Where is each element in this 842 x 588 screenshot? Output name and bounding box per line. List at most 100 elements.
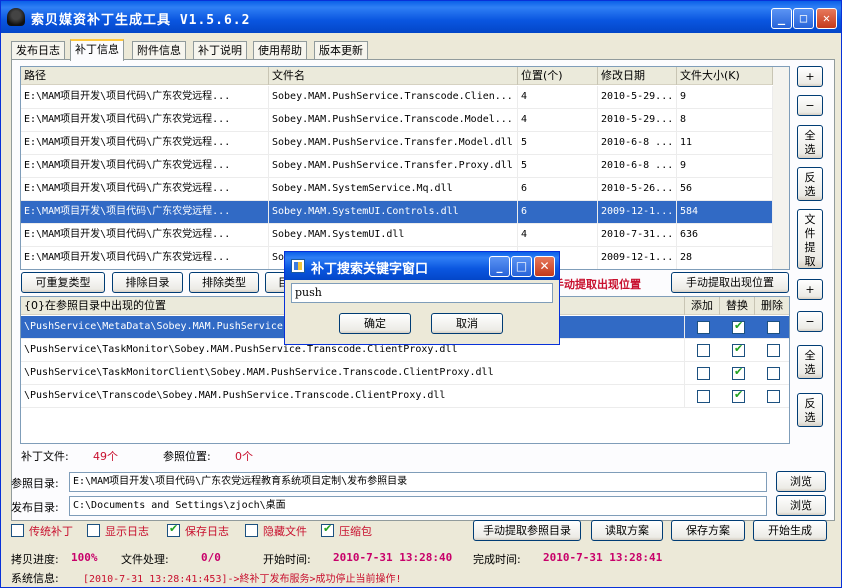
manual-extract-button[interactable]: 手动提取出现位置	[671, 272, 789, 293]
select-all-locations-button[interactable]: 全选	[797, 345, 823, 379]
file-cell: 584	[677, 201, 773, 224]
tab-patch-info[interactable]: 补丁信息	[70, 39, 124, 61]
option-label[interactable]: 压缩包	[339, 523, 372, 539]
tab-patch-notes[interactable]: 补丁说明	[193, 41, 247, 60]
file-cell: Sobey.MAM.SystemUI.Controls.dll	[269, 201, 518, 224]
option-label[interactable]: 隐藏文件	[263, 523, 307, 539]
option-checkbox[interactable]	[167, 522, 180, 537]
option-label[interactable]: 传统补丁	[29, 523, 73, 539]
col-position[interactable]: 位置(个)	[518, 67, 598, 85]
title-bar[interactable]: 索贝媒资补丁生成工具 V1.5.6.2 _ □ ✕	[1, 1, 841, 33]
file-cell: E:\MAM项目开发\项目代码\广东农党远程...	[21, 132, 269, 155]
browse-pub-button[interactable]: 浏览	[776, 495, 826, 516]
file-cell: 2010-5-29...	[598, 86, 677, 109]
file-cell: Sobey.MAM.SystemService.Mq.dll	[269, 178, 518, 201]
manual-ref-button[interactable]: 手动提取参照目录	[473, 520, 581, 541]
tab-publish-log[interactable]: 发布日志	[11, 41, 65, 60]
dialog-title-bar[interactable]: 补丁搜索关键字窗口 _ □ ✕	[285, 252, 559, 280]
file-row[interactable]: E:\MAM项目开发\项目代码\广东农党远程... Sobey.MAM.Syste…	[21, 224, 773, 247]
repeatable-type-button[interactable]: 可重复类型	[21, 272, 105, 293]
option-checkbox[interactable]	[87, 524, 100, 537]
exclude-type-button[interactable]: 排除类型	[189, 272, 259, 293]
remove-file-button[interactable]: −	[797, 95, 823, 116]
col-replace[interactable]: 替换	[720, 297, 755, 315]
del-checkbox[interactable]	[767, 367, 780, 380]
ref-dir-input[interactable]: E:\MAM项目开发\项目代码\广东农党远程教育系统项目定制\发布参照目录	[69, 472, 767, 492]
dialog-maximize-button[interactable]: □	[511, 256, 532, 277]
file-extract-button[interactable]: 文件提取	[797, 209, 823, 269]
location-row[interactable]: \PushService\Transcode\Sobey.MAM.PushSer…	[21, 385, 789, 408]
col-delete[interactable]: 删除	[755, 297, 789, 315]
read-plan-button[interactable]: 读取方案	[591, 520, 663, 541]
pub-dir-input[interactable]: C:\Documents and Settings\zjoch\桌面	[69, 496, 767, 516]
add-location-button[interactable]: +	[797, 279, 823, 300]
invert-locations-button[interactable]: 反选	[797, 393, 823, 427]
main-window: 索贝媒资补丁生成工具 V1.5.6.2 _ □ ✕ 发布日志 补丁信息 附件信息…	[0, 0, 842, 588]
option-label[interactable]: 保存日志	[185, 523, 229, 539]
invert-files-button[interactable]: 反选	[797, 167, 823, 201]
replace-checkbox[interactable]	[732, 342, 745, 357]
exclude-dir-button[interactable]: 排除目录	[112, 272, 183, 293]
file-cell: 8	[677, 109, 773, 132]
replace-checkbox[interactable]	[732, 319, 745, 334]
del-checkbox[interactable]	[767, 390, 780, 403]
grid-scrollbar[interactable]	[773, 67, 789, 269]
file-cell: E:\MAM项目开发\项目代码\广东农党远程...	[21, 178, 269, 201]
file-cell: Sobey.MAM.PushService.Transcode.Model...	[269, 109, 518, 132]
del-checkbox[interactable]	[767, 344, 780, 357]
file-row[interactable]: E:\MAM项目开发\项目代码\广东农党远程... Sobey.MAM.PushS…	[21, 155, 773, 178]
file-row[interactable]: E:\MAM项目开发\项目代码\广东农党远程... Sobey.MAM.Syste…	[21, 201, 773, 224]
replace-checkbox[interactable]	[732, 365, 745, 380]
system-info-label: 系统信息:	[11, 572, 59, 585]
maximize-button[interactable]: □	[793, 8, 814, 29]
generate-button[interactable]: 开始生成	[753, 520, 827, 541]
col-add[interactable]: 添加	[685, 297, 720, 315]
option-checkbox[interactable]	[321, 522, 334, 537]
grid-header: 路径 文件名 位置(个) 修改日期 文件大小(K)	[21, 67, 773, 85]
replace-checkbox[interactable]	[732, 388, 745, 403]
file-row[interactable]: E:\MAM项目开发\项目代码\广东农党远程... Sobey.MAM.PushS…	[21, 86, 773, 109]
dialog-cancel-button[interactable]: 取消	[431, 313, 503, 334]
add-checkbox[interactable]	[697, 344, 710, 357]
file-row[interactable]: E:\MAM项目开发\项目代码\广东农党远程... Sobey.MAM.Syste…	[21, 178, 773, 201]
keyword-input[interactable]: push	[291, 283, 553, 303]
col-modified[interactable]: 修改日期	[598, 67, 677, 85]
col-size[interactable]: 文件大小(K)	[677, 67, 773, 85]
col-path[interactable]: 路径	[21, 67, 269, 85]
file-cell: 2010-6-8 ...	[598, 155, 677, 178]
file-row[interactable]: E:\MAM项目开发\项目代码\广东农党远程... Sobey.MAM.PushS…	[21, 132, 773, 155]
dialog-minimize-button[interactable]: _	[489, 256, 510, 277]
search-keyword-dialog: 补丁搜索关键字窗口 _ □ ✕ push 确定 取消	[284, 251, 560, 345]
file-cell: 6	[518, 201, 598, 224]
option-checkbox[interactable]	[245, 524, 258, 537]
file-cell: 2010-5-29...	[598, 109, 677, 132]
minimize-button[interactable]: _	[771, 8, 792, 29]
dialog-close-button[interactable]: ✕	[534, 256, 555, 277]
location-row[interactable]: \PushService\TaskMonitorClient\Sobey.MAM…	[21, 362, 789, 385]
option-label[interactable]: 显示日志	[105, 523, 149, 539]
select-all-label: 全选	[804, 129, 816, 156]
manual-extract-label: 手动提取出现位置	[553, 278, 641, 291]
option-checkbox[interactable]	[11, 524, 24, 537]
add-checkbox[interactable]	[697, 390, 710, 403]
remove-location-button[interactable]: −	[797, 311, 823, 332]
file-cell: E:\MAM项目开发\项目代码\广东农党远程...	[21, 109, 269, 132]
close-button[interactable]: ✕	[816, 8, 837, 29]
add-checkbox[interactable]	[697, 321, 710, 334]
tab-version-update[interactable]: 版本更新	[314, 41, 368, 60]
dialog-ok-button[interactable]: 确定	[339, 313, 411, 334]
tab-help[interactable]: 使用帮助	[253, 41, 307, 60]
file-row[interactable]: E:\MAM项目开发\项目代码\广东农党远程... Sobey.MAM.PushS…	[21, 109, 773, 132]
patch-file-grid[interactable]: 路径 文件名 位置(个) 修改日期 文件大小(K) E:\MAM项目开发\项目代…	[20, 66, 790, 270]
select-all-files-button[interactable]: 全选	[797, 125, 823, 159]
file-cell: 2009-12-1...	[598, 247, 677, 269]
save-plan-button[interactable]: 保存方案	[671, 520, 745, 541]
col-filename[interactable]: 文件名	[269, 67, 518, 85]
file-cell: 636	[677, 224, 773, 247]
browse-ref-button[interactable]: 浏览	[776, 471, 826, 492]
add-file-button[interactable]: +	[797, 66, 823, 87]
tab-attachment-info[interactable]: 附件信息	[132, 41, 186, 60]
ref-count-label: 参照位置:	[163, 450, 211, 463]
del-checkbox[interactable]	[767, 321, 780, 334]
add-checkbox[interactable]	[697, 367, 710, 380]
